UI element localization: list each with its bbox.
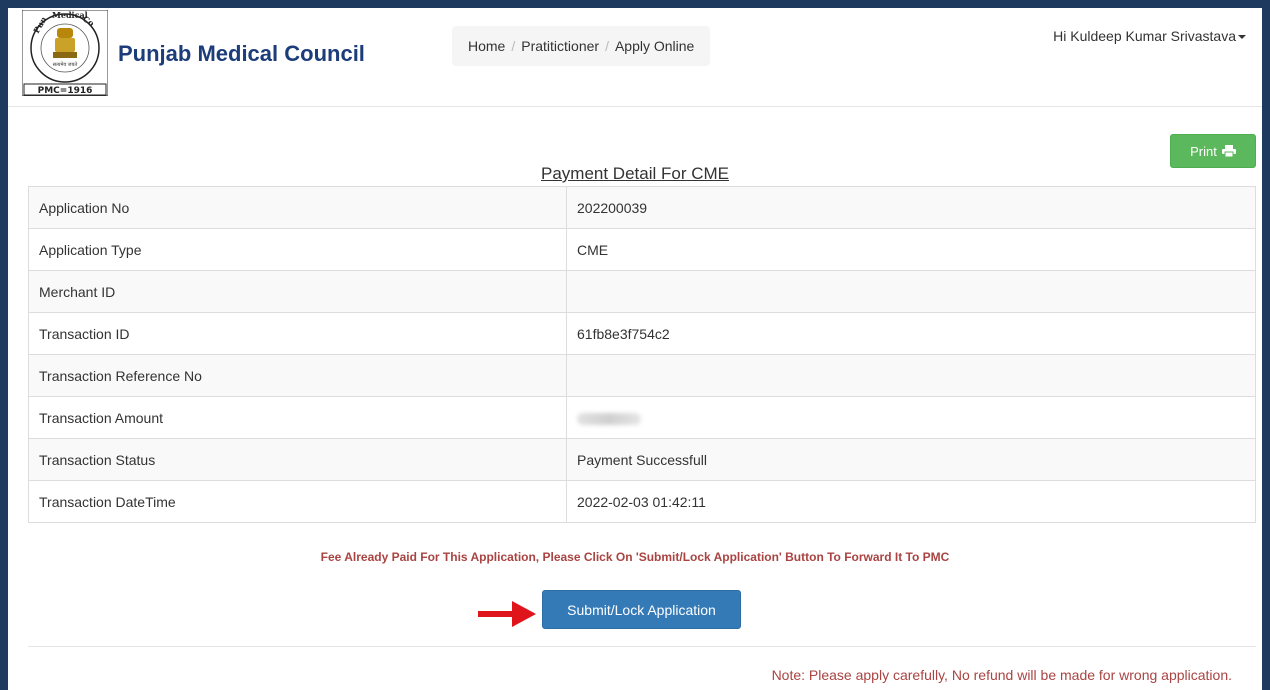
pmc-emblem-logo[interactable]: सत्यमेव जयते Pun Co Medical PMC=1916 [22,10,108,96]
payment-detail-table: Application No 202200039 Application Typ… [28,186,1256,523]
user-menu[interactable]: Hi Kuldeep Kumar Srivastava [1053,28,1246,44]
breadcrumb-apply-online: Apply Online [614,38,695,54]
row-value [566,396,1256,439]
table-row: Transaction ID 61fb8e3f754c2 [28,312,1256,355]
table-row: Transaction DateTime 2022-02-03 01:42:11 [28,480,1256,523]
red-arrow-icon [478,601,536,627]
breadcrumb: Home / Pratitictioner / Apply Online [452,26,711,66]
caret-down-icon [1238,35,1246,40]
header: सत्यमेव जयते Pun Co Medical PMC=1916 Pun… [8,8,1262,107]
row-label: Transaction DateTime [28,480,567,523]
user-greeting: Hi Kuldeep Kumar Srivastava [1053,28,1236,44]
printer-icon [1221,145,1236,157]
row-label: Transaction Reference No [28,354,567,397]
table-row: Application Type CME [28,228,1256,271]
row-label: Merchant ID [28,270,567,313]
svg-text:Medical: Medical [52,10,88,20]
logo-text: PMC=1916 [38,86,93,96]
page-frame: सत्यमेव जयते Pun Co Medical PMC=1916 Pun… [8,8,1262,690]
breadcrumb-separator: / [605,38,609,54]
breadcrumb-home[interactable]: Home [468,38,505,54]
breadcrumb-practitioner[interactable]: Pratitictioner [521,38,599,54]
divider [28,646,1256,647]
row-label: Transaction Amount [28,396,567,439]
print-button[interactable]: Print [1170,134,1256,168]
brand-title[interactable]: Punjab Medical Council [118,41,365,67]
row-value: 202200039 [566,186,1256,229]
row-value: 2022-02-03 01:42:11 [566,480,1256,523]
row-label: Transaction ID [28,312,567,355]
row-value [566,270,1256,313]
row-value: Payment Successfull [566,438,1256,481]
table-row: Application No 202200039 [28,186,1256,229]
row-value: 61fb8e3f754c2 [566,312,1256,355]
refund-note: Note: Please apply carefully, No refund … [771,667,1232,683]
redacted-amount [577,412,641,425]
svg-text:सत्यमेव जयते: सत्यमेव जयते [53,61,78,68]
row-value [566,354,1256,397]
table-row: Transaction Reference No [28,354,1256,397]
table-row: Transaction Amount [28,396,1256,439]
breadcrumb-separator: / [511,38,516,54]
row-value: CME [566,228,1256,271]
row-label: Application Type [28,228,567,271]
page-title: Payment Detail For CME [541,164,729,183]
fee-paid-notice: Fee Already Paid For This Application, P… [320,550,950,564]
row-label: Application No [28,186,567,229]
table-row: Transaction Status Payment Successfull [28,438,1256,481]
table-row: Merchant ID [28,270,1256,313]
print-label: Print [1190,143,1217,159]
submit-lock-application-button[interactable]: Submit/Lock Application [542,590,741,629]
row-label: Transaction Status [28,438,567,481]
